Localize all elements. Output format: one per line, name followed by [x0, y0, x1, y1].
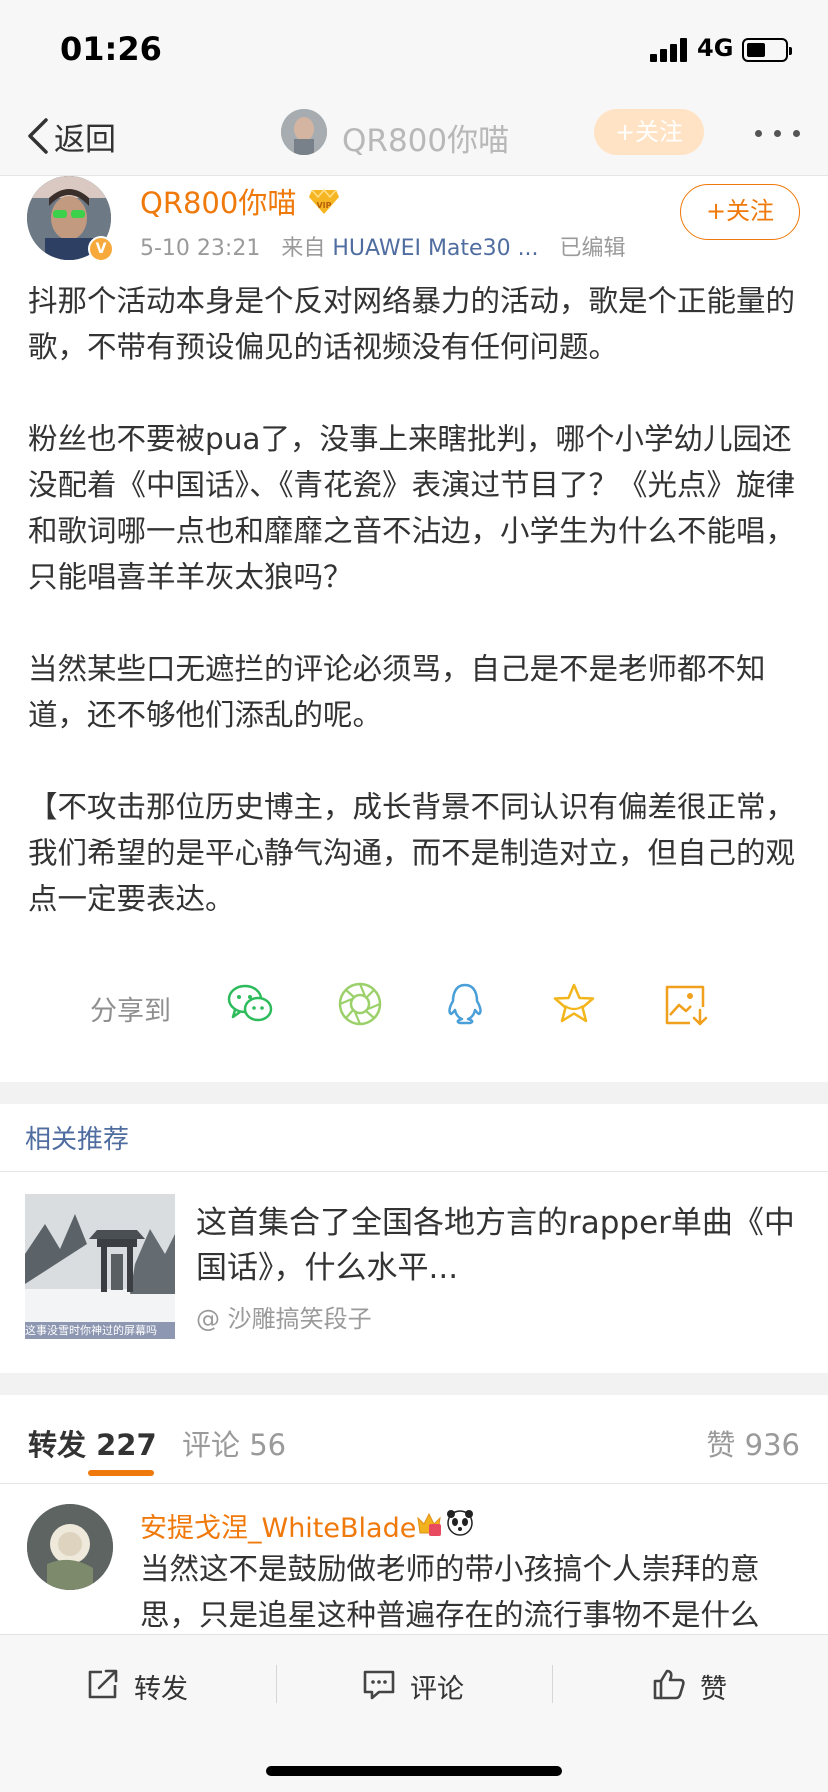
thumbnail-caption: 这事没雪时你神过的屏幕吗	[25, 1324, 157, 1337]
panda-badge-icon	[447, 1510, 473, 1536]
post-meta: 5-10 23:21 来自 HUAWEI Mate30 ... 已编辑	[140, 230, 626, 262]
save-image-icon[interactable]	[660, 979, 710, 1029]
tab-comment[interactable]: 评论 56	[182, 1422, 286, 1464]
interaction-tabs: 转发 227 评论 56 赞 936	[0, 1398, 828, 1484]
divider	[276, 1665, 277, 1703]
post-content: 抖那个活动本身是个反对网络暴力的活动，歌是个正能量的歌，不带有预设偏见的话视频没…	[28, 278, 798, 922]
divider	[0, 1171, 828, 1172]
post-paragraph: 抖那个活动本身是个反对网络暴力的活动，歌是个正能量的歌，不带有预设偏见的话视频没…	[28, 284, 796, 364]
post-paragraph: 【不攻击那位历史博主，成长背景不同认识有偏差很正常，我们希望的是平心静气沟通，而…	[28, 790, 796, 916]
source-prefix: 来自	[281, 236, 326, 261]
section-divider	[0, 1082, 828, 1104]
section-divider	[0, 1373, 828, 1395]
status-bar: 01:26 4G	[0, 0, 828, 100]
status-time: 01:26	[60, 30, 162, 68]
like-button[interactable]: 赞	[652, 1661, 752, 1709]
device-link[interactable]: HUAWEI Mate30 ...	[332, 236, 538, 261]
nav-title: QR800你喵	[342, 123, 510, 159]
signal-icon	[650, 38, 690, 62]
back-chevron-icon[interactable]	[24, 114, 54, 158]
post-timestamp: 5-10 23:21	[140, 236, 261, 261]
crown-badge-icon	[417, 1512, 441, 1536]
wechat-icon[interactable]	[225, 979, 275, 1029]
vip-badge-icon: VIP	[309, 188, 339, 214]
like-label: 赞	[700, 1674, 727, 1705]
svg-text:VIP: VIP	[316, 201, 331, 210]
related-item-title[interactable]: 这首集合了全国各地方言的rapper单曲《中国话》，什么水平...	[196, 1201, 806, 1291]
nav-bar: 返回 QR800你喵 +关注	[0, 100, 828, 176]
related-thumbnail[interactable]: 这事没雪时你神过的屏幕吗	[25, 1194, 175, 1339]
commenter-name[interactable]: 安提戈涅_WhiteBlade	[140, 1506, 416, 1545]
comment-text: 当然这不是鼓励做老师的带小孩搞个人崇拜的意思，只是追星这种普遍存在的流行事物不是…	[140, 1552, 760, 1632]
divider	[552, 1665, 553, 1703]
repost-icon	[88, 1669, 118, 1699]
nav-follow-button[interactable]: +关注	[594, 109, 704, 155]
comment-label: 评论	[410, 1674, 464, 1705]
post-paragraph: 粉丝也不要被pua了，没事上来瞎批判，哪个小学幼儿园还没配着《中国话》、《青花瓷…	[28, 422, 796, 594]
tab-repost[interactable]: 转发 227	[28, 1422, 157, 1464]
thumbs-up-icon	[653, 1669, 685, 1700]
active-tab-indicator	[88, 1470, 154, 1476]
home-indicator[interactable]	[266, 1766, 562, 1776]
post-paragraph: 当然某些口无遮拦的评论必须骂，自己是不是老师都不知道，还不够他们添乱的呢。	[28, 652, 766, 732]
network-type: 4G	[697, 34, 734, 62]
comment-button[interactable]: 评论	[362, 1661, 482, 1709]
share-row: 分享到	[0, 975, 828, 1035]
qq-icon[interactable]	[440, 979, 490, 1029]
comment-icon	[363, 1670, 395, 1700]
share-label: 分享到	[90, 996, 171, 1027]
verified-badge-icon: V	[88, 236, 114, 262]
follow-button[interactable]: +关注	[680, 184, 800, 240]
author-name[interactable]: QR800你喵	[140, 180, 296, 222]
moments-icon[interactable]	[335, 979, 385, 1029]
repost-label: 转发	[134, 1674, 188, 1705]
edited-label: 已编辑	[559, 236, 626, 261]
commenter-badges	[417, 1510, 473, 1536]
more-icon[interactable]	[755, 130, 801, 138]
repost-button[interactable]: 转发	[86, 1661, 206, 1709]
nav-avatar	[281, 109, 327, 155]
favorite-icon[interactable]	[549, 979, 599, 1029]
tab-like[interactable]: 赞 936	[706, 1422, 800, 1464]
commenter-avatar[interactable]	[27, 1504, 113, 1590]
battery-icon	[742, 38, 792, 62]
related-section-title: 相关推荐	[25, 1125, 130, 1155]
related-item-source[interactable]: @ 沙雕搞笑段子	[196, 1299, 372, 1334]
back-button[interactable]: 返回	[54, 114, 116, 159]
